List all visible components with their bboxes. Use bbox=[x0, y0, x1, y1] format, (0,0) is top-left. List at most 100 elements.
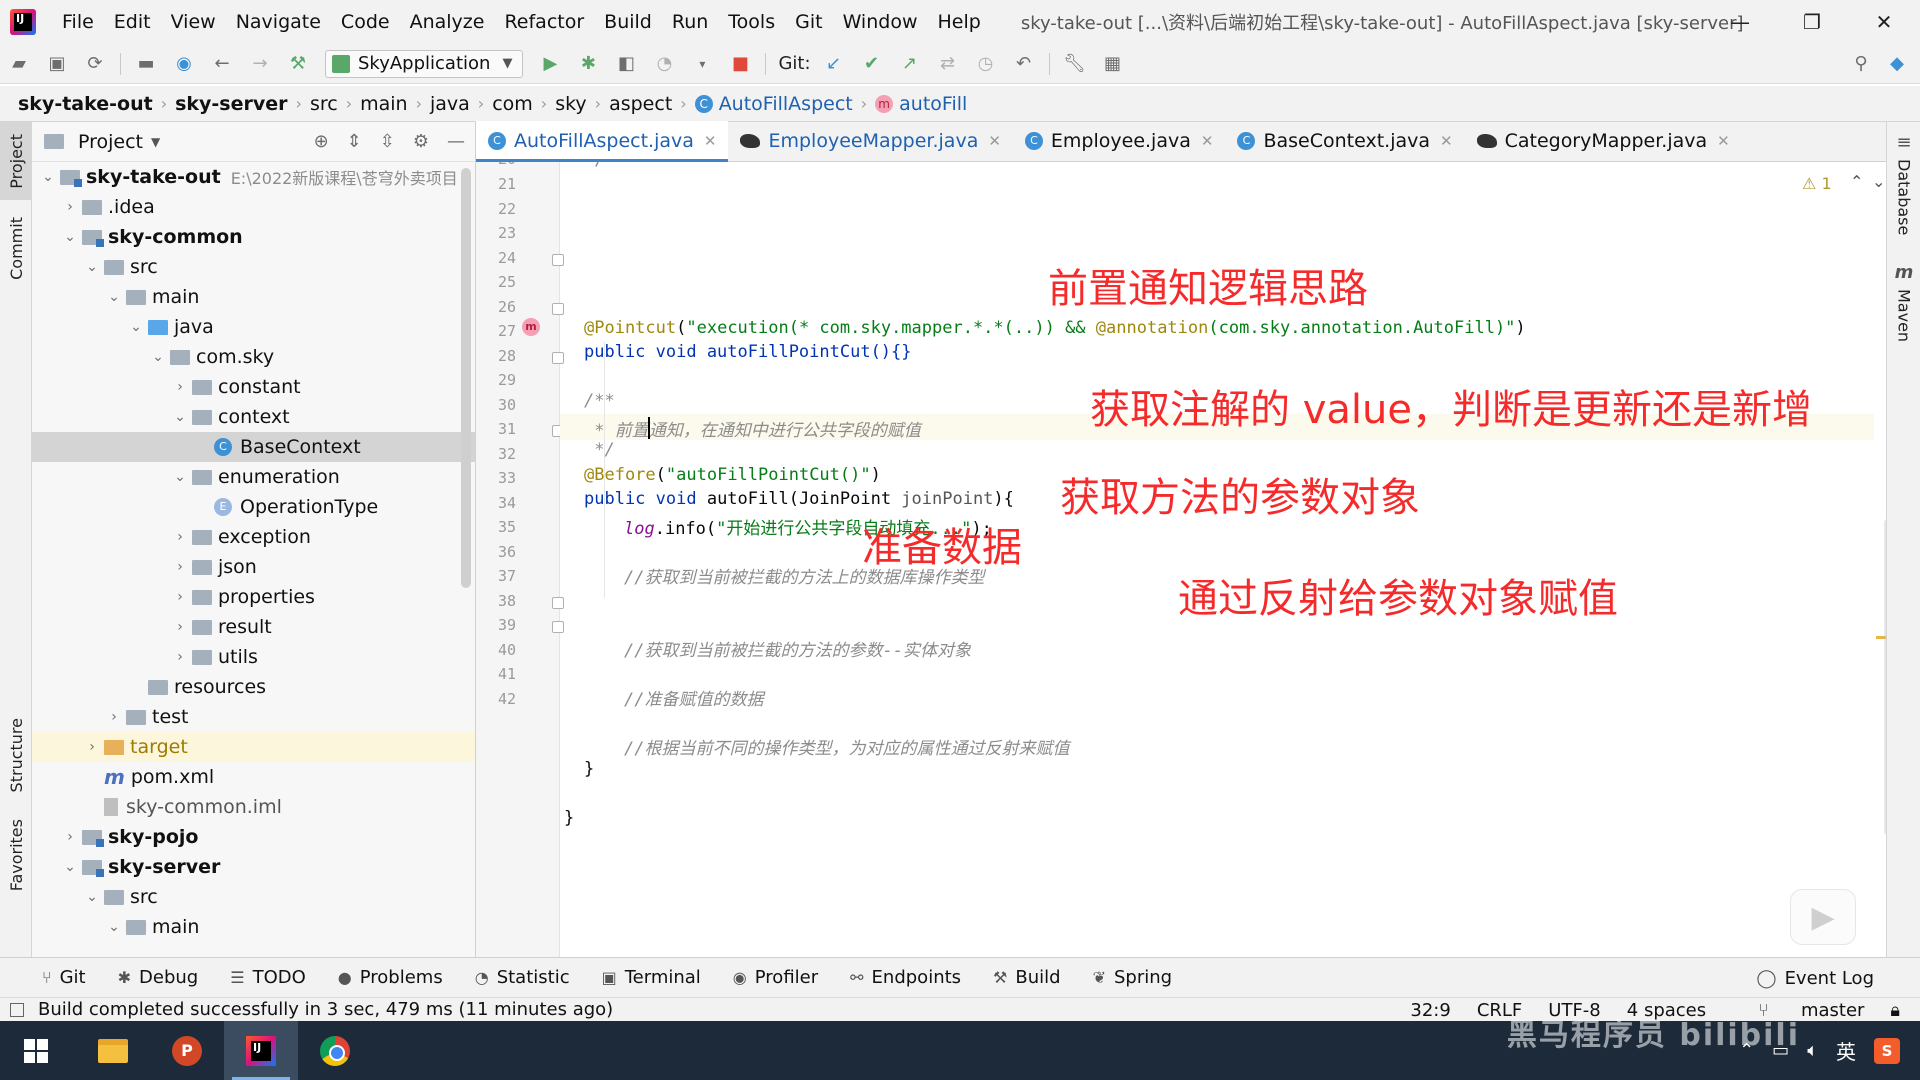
tree-node[interactable]: ⌄ sky-server bbox=[32, 852, 475, 882]
project-structure-icon[interactable]: ▦ bbox=[1101, 52, 1125, 76]
tree-node[interactable]: ⌄ src bbox=[32, 252, 475, 282]
git-compare-icon[interactable]: ⇄ bbox=[936, 52, 960, 76]
code-editor[interactable]: 20 21 22 23 24 25 26 27 28 29 30 31 32 33 34 35 36 37 38 3… bbox=[476, 162, 1886, 957]
chevron-right-icon[interactable]: › bbox=[168, 559, 192, 575]
breadcrumb-project[interactable]: sky-take-out bbox=[18, 93, 153, 115]
lock-icon[interactable]: 🔒︎ bbox=[1890, 1000, 1900, 1021]
locate-target-icon[interactable]: ⊕ bbox=[314, 131, 329, 152]
tool-window-git[interactable]: ⑂ Git bbox=[42, 967, 86, 988]
chevron-down-icon[interactable]: ⌄ bbox=[58, 229, 82, 245]
search-icon[interactable]: ⚲ bbox=[1849, 52, 1873, 76]
debug-icon[interactable]: ✱ bbox=[576, 52, 600, 76]
chevron-right-icon[interactable]: › bbox=[80, 739, 104, 755]
tool-window-todo[interactable]: ☰ TODO bbox=[230, 967, 306, 988]
tree-node[interactable]: ⌄ com.sky bbox=[32, 342, 475, 372]
tool-window-debug[interactable]: ✱ Debug bbox=[118, 967, 199, 988]
menu-tools[interactable]: Tools bbox=[728, 11, 775, 33]
menu-run[interactable]: Run bbox=[672, 11, 708, 33]
warning-stripe-marker[interactable] bbox=[1876, 636, 1886, 639]
method-implements-icon[interactable]: m bbox=[522, 318, 540, 336]
close-tab-icon[interactable]: ✕ bbox=[1717, 132, 1730, 150]
back-arrow-icon[interactable]: ← bbox=[210, 52, 234, 76]
tool-window-spring[interactable]: ❦ Spring bbox=[1093, 967, 1173, 988]
menu-build[interactable]: Build bbox=[604, 11, 652, 33]
history-icon[interactable]: ◷ bbox=[974, 52, 998, 76]
chevron-down-icon[interactable]: ⌄ bbox=[168, 409, 192, 425]
chevron-right-icon[interactable]: › bbox=[168, 619, 192, 635]
caret-position[interactable]: 32:9 bbox=[1410, 1000, 1450, 1021]
taskbar-chrome[interactable] bbox=[298, 1021, 372, 1080]
editor-tab[interactable]: C AutoFillAspect.java ✕ bbox=[476, 121, 729, 162]
breadcrumb-java[interactable]: java bbox=[430, 93, 470, 115]
settings-wrench-icon[interactable]: 🔧︎ bbox=[1063, 52, 1087, 76]
fold-marker-icon[interactable] bbox=[552, 351, 564, 364]
menu-help[interactable]: Help bbox=[937, 11, 980, 33]
tree-node[interactable]: ⌄ main bbox=[32, 912, 475, 942]
tree-node[interactable]: ⌄ src bbox=[32, 882, 475, 912]
jetbrains-toolbox-icon[interactable]: ◆ bbox=[1885, 52, 1909, 76]
favorites-tool-tab[interactable]: Favorites bbox=[0, 810, 32, 900]
tree-node[interactable]: ⌄ context bbox=[32, 402, 475, 432]
fold-marker-icon[interactable] bbox=[552, 621, 564, 633]
tree-node[interactable]: › exception bbox=[32, 522, 475, 552]
menu-window[interactable]: Window bbox=[843, 11, 918, 33]
editor-tab[interactable]: C BaseContext.java ✕ bbox=[1225, 121, 1464, 161]
chevron-down-icon[interactable]: ⌄ bbox=[168, 469, 192, 485]
taskbar-intellij[interactable]: IJ bbox=[224, 1021, 298, 1080]
warning-indicator[interactable]: ⚠ 1 bbox=[1802, 174, 1832, 193]
tray-chevron-up-icon[interactable]: ⌃ bbox=[1739, 1040, 1754, 1061]
tree-node[interactable]: ⌄ enumeration bbox=[32, 462, 475, 492]
tree-node[interactable]: › test bbox=[32, 702, 475, 732]
git-update-icon[interactable]: ↙ bbox=[822, 52, 846, 76]
chevron-down-icon[interactable]: ⌄ bbox=[36, 169, 60, 185]
project-view-select[interactable]: Project bbox=[78, 131, 143, 153]
tool-window-endpoints[interactable]: ⚯ Endpoints bbox=[850, 967, 961, 988]
tree-node[interactable]: › target bbox=[32, 732, 475, 762]
coverage-icon[interactable]: ◧ bbox=[614, 52, 638, 76]
folder-icon[interactable]: ▬ bbox=[134, 52, 158, 76]
open-folder-icon[interactable]: ▰ bbox=[7, 52, 31, 76]
menu-file[interactable]: File bbox=[62, 11, 94, 33]
git-push-icon[interactable]: ↗ bbox=[898, 52, 922, 76]
run-icon[interactable]: ▶ bbox=[538, 52, 562, 76]
tree-node[interactable]: m pom.xml bbox=[32, 762, 475, 792]
run-configuration-select[interactable]: SkyApplication ▼ bbox=[325, 49, 524, 78]
tree-node[interactable]: › result bbox=[32, 612, 475, 642]
project-tree-scrollbar[interactable] bbox=[461, 168, 471, 588]
taskbar-powerpoint[interactable]: P bbox=[150, 1021, 224, 1080]
chevron-down-icon[interactable]: ⌄ bbox=[102, 289, 126, 305]
more-run-chevron-icon[interactable]: ▾ bbox=[690, 52, 714, 76]
forward-arrow-icon[interactable]: → bbox=[248, 52, 272, 76]
menu-view[interactable]: View bbox=[171, 11, 216, 33]
menu-code[interactable]: Code bbox=[341, 11, 390, 33]
floating-play-icon[interactable]: ▶ bbox=[1790, 889, 1856, 945]
status-layout-icon[interactable] bbox=[10, 1002, 24, 1017]
tree-node[interactable]: ⌄ java bbox=[32, 312, 475, 342]
maven-tool-tab[interactable]: m Maven bbox=[1887, 262, 1920, 342]
tree-node[interactable]: › utils bbox=[32, 642, 475, 672]
tree-node[interactable]: › .idea bbox=[32, 192, 475, 222]
tree-node[interactable]: C BaseContext bbox=[32, 432, 475, 462]
close-tab-icon[interactable]: ✕ bbox=[988, 132, 1001, 150]
tray-volume-icon[interactable]: 🔈︎ bbox=[1807, 1040, 1818, 1061]
tree-node[interactable]: › sky-pojo bbox=[32, 822, 475, 852]
collapse-all-icon[interactable]: ⇳ bbox=[380, 131, 395, 152]
restore-button[interactable]: ❐ bbox=[1776, 0, 1848, 44]
chevron-right-icon[interactable]: › bbox=[58, 199, 82, 215]
tree-node[interactable]: sky-common.iml bbox=[32, 792, 475, 822]
breadcrumb-aspect[interactable]: aspect bbox=[609, 93, 672, 115]
close-window-button[interactable]: ✕ bbox=[1848, 0, 1920, 44]
tool-window-profiler[interactable]: ◉ Profiler bbox=[733, 967, 818, 988]
next-highlight-icon[interactable]: ⌄ bbox=[1872, 172, 1885, 191]
commit-tool-tab[interactable]: Commit bbox=[0, 208, 32, 288]
tree-node[interactable]: ⌄ sky-take-out E:\2022新版课程\苍穹外卖项目 bbox=[32, 162, 475, 192]
database-tool-tab[interactable]: ≡ Database bbox=[1887, 132, 1920, 235]
minimize-button[interactable]: — bbox=[1704, 0, 1776, 44]
breadcrumb-method[interactable]: autoFill bbox=[899, 93, 967, 115]
chevron-down-icon[interactable]: ⌄ bbox=[146, 349, 170, 365]
editor-tab[interactable]: C Employee.java ✕ bbox=[1013, 121, 1226, 161]
breadcrumb-main[interactable]: main bbox=[360, 93, 407, 115]
previous-highlight-icon[interactable]: ⌃ bbox=[1850, 172, 1863, 191]
tray-network-icon[interactable]: ▭ bbox=[1772, 1040, 1789, 1061]
fold-marker-icon[interactable] bbox=[552, 596, 564, 609]
